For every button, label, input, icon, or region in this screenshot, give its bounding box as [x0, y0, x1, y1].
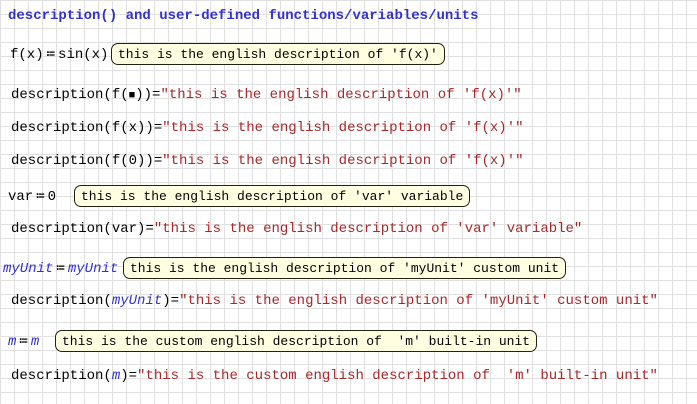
expr-arg: m — [111, 368, 121, 384]
expr-pre: description( — [11, 368, 112, 384]
description-box-myunit-text: this is the english description of 'myUn… — [130, 260, 560, 276]
assign-operator: ≔ — [56, 261, 65, 277]
expr-pre: description( — [11, 293, 112, 309]
expr-post: ))= — [135, 87, 161, 103]
description-box-f-text: this is the english description of 'f(x)… — [118, 46, 438, 62]
result-string: "this is the english description of 'f(x… — [160, 87, 522, 103]
expr-post: ))= — [137, 153, 163, 169]
expr-post: )= — [137, 221, 154, 237]
math-region-description-myunit[interactable]: description(myUnit)="this is the english… — [11, 293, 658, 309]
math-region-var-definition[interactable]: var ≔ 0 — [8, 189, 56, 205]
expr-rhs: m — [30, 334, 40, 350]
page-title[interactable]: description() and user-defined functions… — [8, 8, 478, 24]
expr-pre: description(f( — [11, 87, 129, 103]
description-box-m[interactable]: this is the custom english description o… — [55, 330, 538, 352]
result-string: "this is the custom english description … — [137, 368, 658, 384]
expr-arg: 0 — [128, 153, 138, 169]
description-box-var-text: this is the english description of 'var'… — [81, 188, 464, 204]
math-region-myunit-definition[interactable]: myUnit ≔ myUnit — [3, 261, 118, 277]
expr-lhs: myUnit — [3, 261, 54, 277]
math-region-description-f-x[interactable]: description(f(x))="this is the english d… — [11, 120, 524, 136]
expr-rhs: 0 — [47, 189, 57, 205]
expr-arg: var — [111, 221, 138, 237]
expr-pre: description( — [11, 221, 112, 237]
result-string: "this is the english description of 'var… — [153, 221, 583, 237]
math-region-description-f-0[interactable]: description(f(0))="this is the english d… — [11, 153, 524, 169]
expr-arg: x — [128, 120, 138, 136]
expr-lhs: f(x) — [10, 47, 44, 63]
math-region-description-var[interactable]: description(var)="this is the english de… — [11, 221, 582, 237]
expr-pre: description(f( — [11, 120, 129, 136]
math-region-m-definition[interactable]: m ≔ m — [8, 334, 39, 350]
assign-operator: ≔ — [19, 334, 28, 350]
description-box-m-text: this is the custom english description o… — [62, 333, 531, 349]
expr-rhs: myUnit — [67, 261, 119, 277]
page-title-text: description() and user-defined functions… — [8, 8, 479, 24]
description-box-f[interactable]: this is the english description of 'f(x)… — [111, 43, 445, 65]
expr-post: )= — [162, 293, 180, 309]
assign-operator: ≔ — [46, 47, 56, 63]
expr-lhs: var — [8, 189, 34, 205]
description-box-var[interactable]: this is the english description of 'var'… — [74, 185, 471, 207]
assign-operator: ≔ — [36, 189, 45, 205]
math-region-description-m[interactable]: description(m)="this is the custom engli… — [11, 368, 658, 384]
result-string: "this is the english description of 'myU… — [179, 293, 658, 309]
math-region-f-definition[interactable]: f(x) ≔ sin(x) — [10, 47, 108, 63]
expr-pre: description(f( — [11, 153, 129, 169]
expr-lhs: m — [8, 334, 17, 350]
worksheet-canvas[interactable]: description() and user-defined functions… — [0, 0, 697, 404]
description-box-myunit[interactable]: this is the english description of 'myUn… — [123, 257, 567, 279]
expr-arg: myUnit — [111, 293, 163, 309]
expr-post: ))= — [137, 120, 163, 136]
result-string: "this is the english description of 'f(x… — [162, 153, 524, 169]
expr-post: )= — [120, 368, 138, 384]
math-region-description-f-placeholder[interactable]: description(f(■))="this is the english d… — [11, 87, 522, 104]
result-string: "this is the english description of 'f(x… — [162, 120, 524, 136]
expr-rhs: sin(x) — [58, 47, 109, 63]
